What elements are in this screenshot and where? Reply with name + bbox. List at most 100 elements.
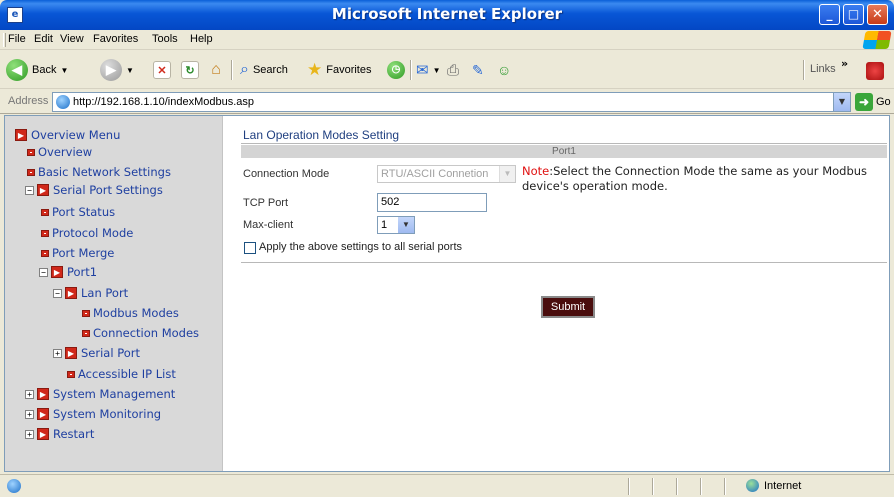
- collapse-icon[interactable]: −: [39, 267, 48, 277]
- close-button[interactable]: ✕: [867, 4, 888, 25]
- dropdown-arrow-icon: ▼: [60, 65, 69, 75]
- minimize-button[interactable]: _: [819, 4, 840, 25]
- tcp-port-input[interactable]: 502: [377, 193, 487, 212]
- status-divider: [724, 478, 726, 495]
- apply-all-checkbox[interactable]: [244, 242, 256, 254]
- tree-protocol-mode[interactable]: Protocol Mode: [41, 226, 133, 240]
- collapse-icon[interactable]: −: [25, 185, 34, 195]
- tcp-port-label: TCP Port: [243, 197, 289, 209]
- edit-icon: ✎: [472, 61, 484, 78]
- tree-system-management[interactable]: + ▶ System Management: [25, 387, 175, 401]
- acrobat-icon[interactable]: [866, 62, 884, 80]
- security-zone: Internet: [746, 479, 801, 492]
- folder-icon: ▶: [65, 287, 77, 299]
- tree-serial-port[interactable]: + ▶ Serial Port: [53, 346, 140, 360]
- tree-port1[interactable]: − ▶ Port1: [39, 265, 97, 279]
- chevron-down-icon: ▼: [398, 217, 414, 233]
- address-url[interactable]: http://192.168.1.10/indexModbus.asp: [73, 96, 254, 108]
- tree-port-status[interactable]: Port Status: [41, 205, 115, 219]
- tree-lan-port[interactable]: − ▶ Lan Port: [53, 286, 128, 300]
- status-divider: [652, 478, 654, 495]
- submit-button[interactable]: Submit: [541, 296, 595, 318]
- forward-button[interactable]: ▶ ▼: [100, 58, 134, 82]
- page-bullet-icon: [27, 168, 35, 176]
- refresh-button[interactable]: ↻: [181, 58, 199, 82]
- windows-logo-icon: [862, 31, 892, 49]
- folder-icon: ▶: [15, 129, 27, 141]
- stop-button[interactable]: ✕: [153, 58, 171, 82]
- refresh-icon: ↻: [181, 61, 199, 79]
- edit-button[interactable]: ✎: [472, 58, 484, 82]
- search-button[interactable]: ⌕ Search: [240, 58, 288, 82]
- menu-bar: File Edit View Favorites Tools Help: [0, 30, 894, 50]
- window-title: Microsoft Internet Explorer: [331, 5, 563, 23]
- print-button[interactable]: ⎙: [447, 58, 459, 82]
- collapse-icon[interactable]: −: [53, 288, 62, 298]
- favorites-button[interactable]: ★ Favorites: [307, 58, 372, 82]
- page-bullet-icon: [67, 370, 75, 378]
- page-status-icon: [7, 479, 21, 493]
- expand-icon[interactable]: +: [25, 429, 34, 439]
- internet-globe-icon: [746, 479, 759, 492]
- menu-help[interactable]: Help: [190, 33, 213, 45]
- links-chevron-icon[interactable]: »: [841, 57, 848, 70]
- history-button[interactable]: ◷: [387, 58, 405, 82]
- messenger-button[interactable]: ☺: [497, 58, 511, 82]
- go-button[interactable]: ➜ Go: [855, 93, 891, 111]
- expand-icon[interactable]: +: [53, 348, 62, 358]
- page-icon: [56, 95, 70, 109]
- menu-tools[interactable]: Tools: [152, 33, 178, 45]
- stop-icon: ✕: [153, 61, 171, 79]
- dropdown-arrow-icon: ▼: [432, 65, 441, 75]
- title-divider: [241, 143, 887, 144]
- dropdown-arrow-icon: ▼: [126, 65, 134, 75]
- forward-arrow-icon: ▶: [100, 59, 122, 81]
- max-client-select[interactable]: 1 ▼: [377, 216, 415, 234]
- tree-basic-network-settings[interactable]: Basic Network Settings: [27, 165, 171, 179]
- connection-mode-note: Note:Select the Connection Mode the same…: [522, 164, 868, 193]
- page-bullet-icon: [41, 229, 49, 237]
- form-divider: [241, 262, 887, 263]
- tree-system-monitoring[interactable]: + ▶ System Monitoring: [25, 407, 161, 421]
- links-label[interactable]: Links: [810, 63, 836, 75]
- tree-connection-modes[interactable]: Connection Modes: [82, 326, 199, 340]
- menu-view[interactable]: View: [60, 33, 84, 45]
- address-dropdown-icon[interactable]: ▼: [833, 93, 850, 111]
- page-bullet-icon: [27, 148, 35, 156]
- maximize-button[interactable]: □: [843, 4, 864, 25]
- status-divider: [628, 478, 630, 495]
- folder-icon: ▶: [65, 347, 77, 359]
- page-content: ▶ Overview Menu Overview Basic Network S…: [4, 115, 890, 472]
- tree-serial-port-settings[interactable]: − ▶ Serial Port Settings: [25, 183, 163, 197]
- folder-icon: ▶: [37, 428, 49, 440]
- toolbar-separator: [410, 60, 412, 80]
- back-arrow-icon: ◀: [6, 59, 28, 81]
- history-icon: ◷: [387, 61, 405, 79]
- address-input[interactable]: http://192.168.1.10/indexModbus.asp ▼: [52, 92, 851, 112]
- menu-file[interactable]: File: [8, 33, 26, 45]
- folder-icon: ▶: [37, 388, 49, 400]
- expand-icon[interactable]: +: [25, 409, 34, 419]
- apply-all-label: Apply the above settings to all serial p…: [259, 241, 463, 253]
- page-bullet-icon: [82, 329, 90, 337]
- tree-restart[interactable]: + ▶ Restart: [25, 427, 94, 441]
- page-bullet-icon: [82, 309, 90, 317]
- tree-modbus-modes[interactable]: Modbus Modes: [82, 306, 179, 320]
- folder-icon: ▶: [37, 408, 49, 420]
- menu-grip: [3, 33, 6, 47]
- tree-accessible-ip-list[interactable]: Accessible IP List: [67, 367, 176, 381]
- chevron-down-icon: ▼: [499, 166, 515, 182]
- mail-button[interactable]: ✉ ▼: [416, 58, 441, 82]
- tree-port-merge[interactable]: Port Merge: [41, 246, 114, 260]
- toolbar-separator: [231, 60, 233, 80]
- menu-favorites[interactable]: Favorites: [93, 33, 138, 45]
- home-button[interactable]: ⌂: [207, 58, 225, 82]
- home-icon: ⌂: [211, 61, 221, 78]
- expand-icon[interactable]: +: [25, 389, 34, 399]
- print-icon: ⎙: [447, 61, 460, 79]
- menu-edit[interactable]: Edit: [34, 33, 53, 45]
- tree-overview[interactable]: Overview: [27, 145, 92, 159]
- back-button[interactable]: ◀ Back ▼: [6, 58, 68, 82]
- tree-overview-menu[interactable]: ▶ Overview Menu: [15, 128, 120, 142]
- page-bullet-icon: [41, 249, 49, 257]
